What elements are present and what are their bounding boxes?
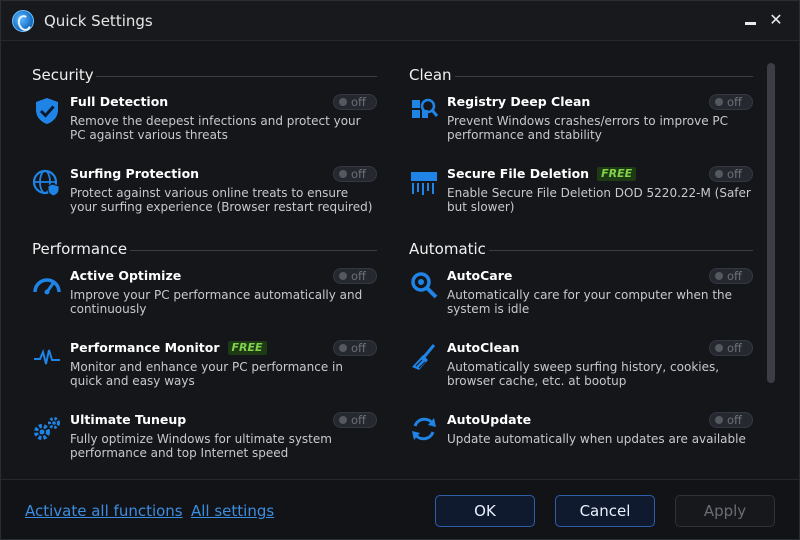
setting-name: Ultimate Tuneup	[70, 412, 187, 427]
setting-active-optimize: Active Optimize off Improve your PC perf…	[32, 268, 377, 330]
autocare-toggle[interactable]: off	[709, 268, 753, 284]
setting-ultimate-tuneup: Ultimate Tuneup off Fully optimize Windo…	[32, 412, 377, 474]
setting-name: AutoClean	[447, 340, 520, 355]
setting-full-detection: Full Detection off Remove the deepest in…	[32, 94, 377, 156]
section-divider	[455, 76, 753, 77]
app-logo-icon	[12, 10, 34, 32]
section-title: Performance	[32, 240, 128, 258]
setting-name: AutoCare	[447, 268, 513, 283]
setting-description: Improve your PC performance automaticall…	[70, 288, 363, 316]
all-settings-link[interactable]: All settings	[191, 502, 274, 520]
section-title: Security	[32, 66, 94, 84]
section-title: Clean	[409, 66, 452, 84]
shield-check-icon	[36, 98, 58, 124]
setting-description: Prevent Windows crashes/errors to improv…	[447, 114, 729, 142]
apply-button[interactable]: Apply	[675, 495, 775, 527]
cancel-button[interactable]: Cancel	[555, 495, 655, 527]
setting-description: Update automatically when updates are av…	[447, 432, 746, 446]
close-button[interactable]: ✕	[766, 10, 786, 30]
vertical-scrollbar[interactable]	[767, 63, 775, 383]
setting-name: Surfing Protection	[70, 166, 200, 181]
secure-file-deletion-toggle[interactable]: off	[709, 166, 753, 182]
section-security: Security	[32, 66, 377, 86]
gears-icon	[34, 417, 60, 440]
setting-name-text: Performance Monitor	[70, 340, 220, 355]
setting-description: Remove the deepest infections and protec…	[70, 114, 361, 142]
setting-name: Performance Monitor FREE	[70, 340, 267, 355]
section-clean: Clean	[409, 66, 753, 86]
setting-autoclean: AutoClean off Automatically sweep surfin…	[409, 340, 753, 402]
refresh-icon	[412, 417, 436, 441]
ok-button[interactable]: OK	[435, 495, 535, 527]
free-badge: FREE	[227, 341, 267, 355]
setting-name-text: Secure File Deletion	[447, 166, 590, 181]
activate-all-link[interactable]: Activate all functions	[25, 502, 183, 520]
setting-surfing-protection: Surfing Protection off Protect against v…	[32, 166, 377, 228]
free-badge: FREE	[597, 167, 637, 181]
magnifier-icon	[411, 272, 438, 299]
surfing-protection-toggle[interactable]: off	[333, 166, 377, 182]
broom-icon	[412, 344, 436, 370]
section-automatic: Automatic	[409, 240, 753, 260]
setting-description: Automatically sweep surfing history, coo…	[447, 360, 720, 388]
setting-description: Automatically care for your computer whe…	[447, 288, 733, 316]
shredder-icon	[411, 172, 437, 195]
setting-autocare: AutoCare off Automatically care for your…	[409, 268, 753, 330]
dialog-footer: Activate all functions All settings OK C…	[1, 479, 799, 539]
globe-shield-icon	[32, 169, 60, 197]
setting-description: Enable Secure File Deletion DOD 5220.22-…	[447, 186, 751, 214]
setting-name: AutoUpdate	[447, 412, 532, 427]
section-divider	[489, 250, 753, 251]
autoclean-toggle[interactable]: off	[709, 340, 753, 356]
setting-description: Protect against various online treats to…	[70, 186, 373, 214]
setting-autoupdate: AutoUpdate off Update automatically when…	[409, 412, 753, 474]
scrollbar-thumb[interactable]	[767, 63, 775, 383]
quick-settings-window: Quick Settings ✕ Security Full Detection…	[0, 0, 800, 540]
setting-name: Registry Deep Clean	[447, 94, 591, 109]
section-divider	[96, 76, 377, 77]
full-detection-toggle[interactable]: off	[333, 94, 377, 110]
autoupdate-toggle[interactable]: off	[709, 412, 753, 428]
ultimate-tuneup-toggle[interactable]: off	[333, 412, 377, 428]
window-title: Quick Settings	[44, 12, 153, 30]
registry-search-icon	[412, 98, 439, 118]
setting-performance-monitor: Performance Monitor FREE off Monitor and …	[32, 340, 377, 402]
minimize-button[interactable]	[741, 10, 761, 30]
setting-name: Active Optimize	[70, 268, 182, 283]
section-divider	[130, 250, 377, 251]
registry-deep-clean-toggle[interactable]: off	[709, 94, 753, 110]
active-optimize-toggle[interactable]: off	[333, 268, 377, 284]
section-title: Automatic	[409, 240, 486, 258]
speedometer-icon	[33, 278, 61, 295]
title-bar[interactable]: Quick Settings ✕	[1, 1, 799, 41]
setting-registry-deep-clean: Registry Deep Clean off Prevent Windows …	[409, 94, 753, 156]
performance-monitor-toggle[interactable]: off	[333, 340, 377, 356]
section-performance: Performance	[32, 240, 377, 260]
setting-name: Full Detection	[70, 94, 169, 109]
setting-description: Monitor and enhance your PC performance …	[70, 360, 343, 388]
setting-secure-file-deletion: Secure File Deletion FREE off Enable Secu…	[409, 166, 753, 228]
setting-description: Fully optimize Windows for ultimate syst…	[70, 432, 332, 460]
setting-name: Secure File Deletion FREE	[447, 166, 637, 181]
heartbeat-icon	[34, 348, 60, 365]
